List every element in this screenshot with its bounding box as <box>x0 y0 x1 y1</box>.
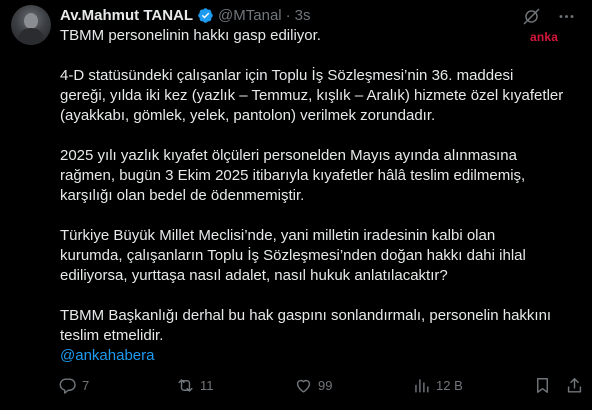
repost-count: 11 <box>200 377 214 393</box>
tweet-text: TBMM personelinin hakkı gasp ediliyor. 4… <box>60 26 580 366</box>
repost-icon <box>178 378 193 392</box>
share-button[interactable] <box>565 374 584 396</box>
avatar-head <box>24 13 38 29</box>
text-line: teslim etmelidir. <box>60 327 164 344</box>
bookmark-icon <box>537 377 548 393</box>
text-line: rağmen, bugün 3 Ekim 2025 itibarıyla kıy… <box>60 167 526 184</box>
header-separator: · <box>285 6 291 24</box>
like-button[interactable]: 99 <box>294 374 332 396</box>
tweet-top-actions <box>522 7 576 26</box>
views-button[interactable]: 12 B <box>412 374 463 396</box>
text-line: karşılığı olan bedel de ödenmemiştir. <box>60 187 305 204</box>
repost-button[interactable]: 11 <box>176 374 214 396</box>
author-name[interactable]: Av.Mahmut TANAL <box>60 7 193 24</box>
like-icon <box>296 379 311 393</box>
tweet-header: Av.Mahmut TANAL @MTanal · 3s <box>60 5 310 25</box>
reply-button[interactable]: 7 <box>58 374 89 396</box>
verified-badge-icon[interactable] <box>197 7 214 24</box>
text-line: TBMM Başkanlığı derhal bu hak gaspını so… <box>60 307 552 324</box>
tweet-time[interactable]: 3s <box>295 7 311 24</box>
text-line: ediliyorsa, yurttaşa nasıl adalet, nasıl… <box>60 267 448 284</box>
share-icon <box>567 377 582 393</box>
more-icon[interactable] <box>557 7 576 26</box>
text-line: gereği, yılda iki kez (yazlık – Temmuz, … <box>60 87 564 104</box>
text-line: kurumda, çalışanların Toplu İş Sözleşmes… <box>60 247 526 264</box>
text-line: TBMM personelinin hakkı gasp ediliyor. <box>60 27 321 44</box>
author-handle[interactable]: @MTanal <box>218 7 282 24</box>
tweet-card[interactable]: Av.Mahmut TANAL @MTanal · 3s anka TBMM p… <box>0 0 592 410</box>
views-count: 12 B <box>436 377 463 393</box>
grok-icon[interactable] <box>522 7 541 26</box>
reply-count: 7 <box>82 377 90 393</box>
text-line: Türkiye Büyük Millet Meclisi’nde, yani m… <box>60 227 496 244</box>
author-avatar[interactable] <box>11 5 51 45</box>
views-icon <box>415 378 429 393</box>
text-line: (ayakkabı, gömlek, yelek, pantolon) veri… <box>60 107 436 124</box>
text-line: 4-D statüsündeki çalışanlar için Toplu İ… <box>60 67 514 84</box>
text-line: 2025 yılı yazlık kıyafet ölçüleri person… <box>60 147 517 164</box>
avatar-body <box>18 28 44 45</box>
tweet-actions-bar: 7 11 99 12 B <box>58 374 588 396</box>
like-count: 99 <box>318 377 333 393</box>
bookmark-button[interactable] <box>533 374 552 396</box>
mention-link[interactable]: @ankahabera <box>60 346 580 366</box>
reply-icon <box>59 377 76 394</box>
